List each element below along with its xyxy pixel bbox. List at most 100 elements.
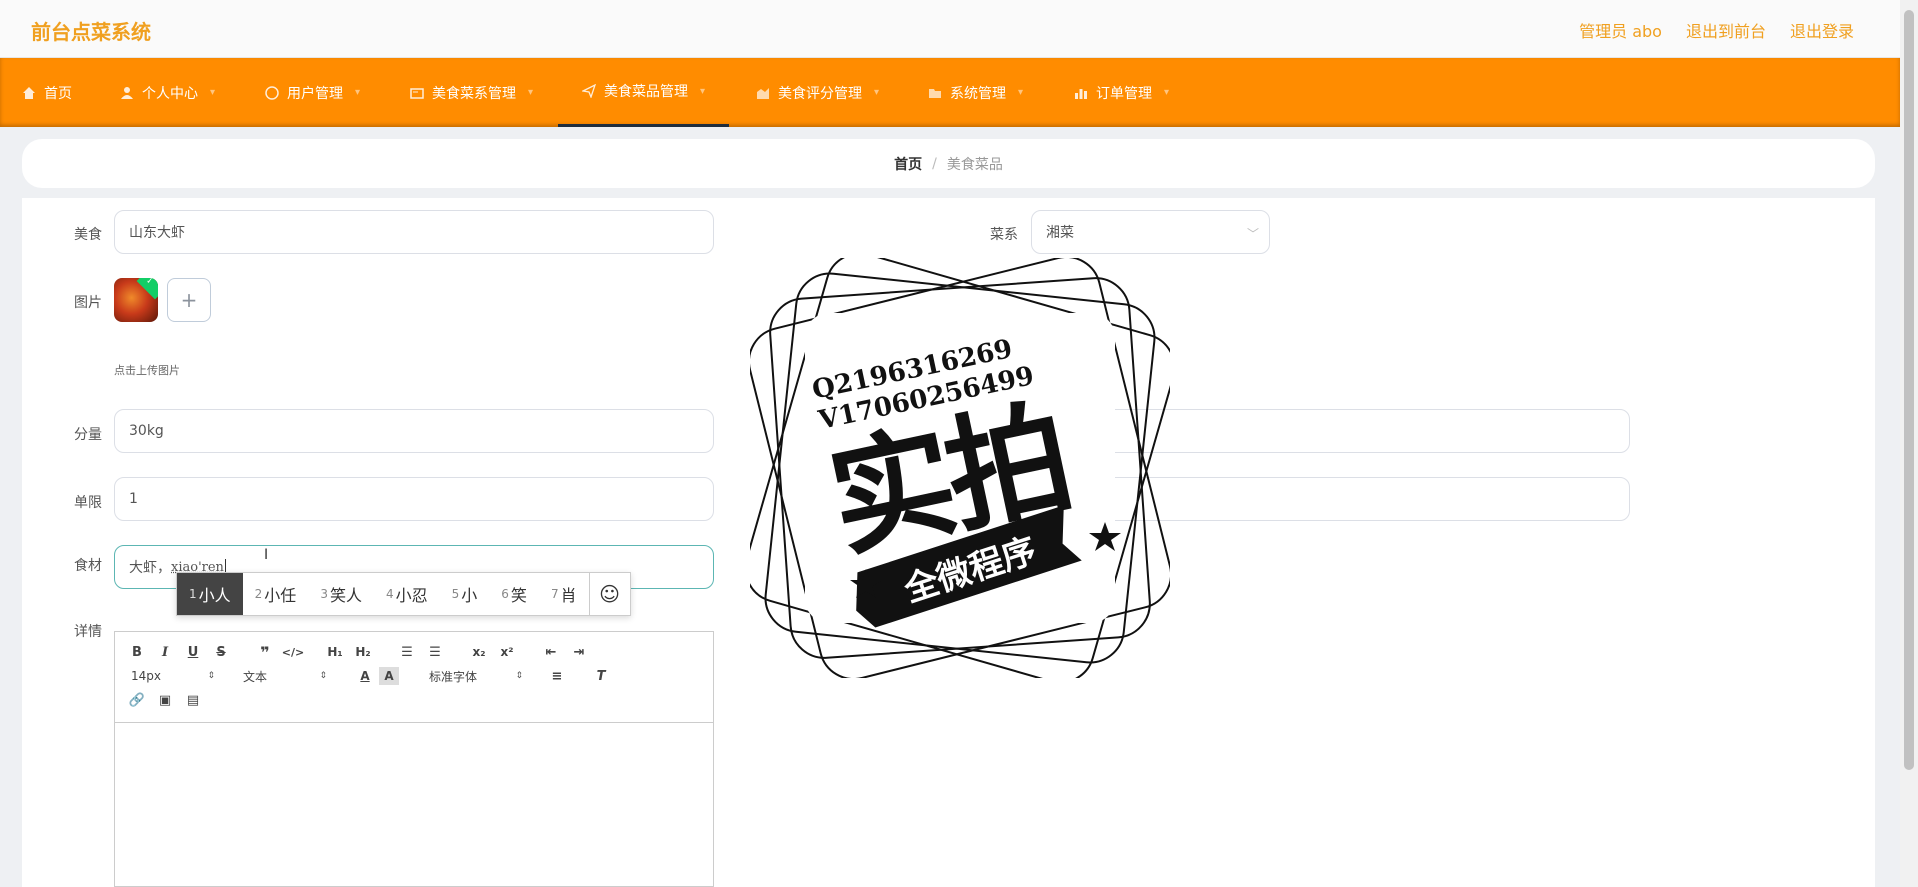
compass-icon xyxy=(265,85,279,100)
top-links: 管理员 abo 退出到前台 退出登录 xyxy=(1579,18,1854,42)
ordered-list-icon[interactable]: ☰ xyxy=(397,643,417,661)
admin-user-link[interactable]: 管理员 abo xyxy=(1579,18,1662,42)
cuisine-label: 菜系 xyxy=(990,227,1018,243)
chevron-down-icon: ▾ xyxy=(1164,87,1170,98)
nav-cuisine-manage-label: 美食菜系管理 xyxy=(432,85,516,102)
nav-home[interactable]: 首页 xyxy=(22,58,72,127)
uploaded-food-image[interactable]: ✓ xyxy=(114,278,158,322)
nav-rating-manage[interactable]: 美食评分管理 ▾ xyxy=(756,58,879,127)
updown-icon: ⇕ xyxy=(515,671,523,681)
nav-personal-center-label: 个人中心 xyxy=(142,85,198,102)
chevron-down-icon: ▾ xyxy=(210,87,216,98)
bullet-list-icon[interactable]: ☰ xyxy=(425,643,445,661)
chart-icon xyxy=(756,86,770,100)
ime-candidate-6[interactable]: 6笑 xyxy=(489,573,539,615)
nav-order-manage[interactable]: 订单管理 ▾ xyxy=(1074,58,1169,127)
updown-icon: ⇕ xyxy=(319,671,327,681)
nav-dish-manage-label: 美食菜品管理 xyxy=(604,84,688,100)
watermark-stamp: Q2196316269 V17060256499 实拍 全微程序 xyxy=(750,258,1170,678)
italic-icon[interactable]: I xyxy=(155,643,175,661)
mouse-ibeam-cursor: I xyxy=(264,547,269,563)
align-icon[interactable]: ≡ xyxy=(547,667,567,685)
breadcrumb-current: 美食菜品 xyxy=(946,156,1003,173)
font-family-picker[interactable]: 标准字体 ⇕ xyxy=(429,667,523,685)
food-input-value: 山东大虾 xyxy=(129,225,185,241)
nav-cuisine-manage[interactable]: 美食菜系管理 ▾ xyxy=(410,58,533,127)
nav-rating-manage-label: 美食评分管理 xyxy=(778,85,862,102)
block-type-picker[interactable]: 文本 ⇕ xyxy=(243,667,327,685)
ime-candidate-3[interactable]: 3 笑人 xyxy=(308,573,374,615)
cuisine-select-value: 湘菜 xyxy=(1046,225,1074,241)
page-scrollbar-thumb[interactable] xyxy=(1904,10,1914,770)
nav-user-manage-label: 用户管理 xyxy=(287,85,343,102)
chevron-down-icon: ▾ xyxy=(1018,87,1024,98)
portion-label: 分量 xyxy=(74,427,102,443)
nav-user-manage[interactable]: 用户管理 ▾ xyxy=(265,58,360,127)
brand-title: 前台点菜系统 xyxy=(31,20,151,44)
nav-order-manage-label: 订单管理 xyxy=(1096,85,1152,102)
breadcrumb-separator: / xyxy=(932,155,937,172)
editor-toolbar: B I U S ❞ </> H₁ H₂ ☰ ☰ x₂ x² ⇤ ⇥ 14px ⇕ … xyxy=(115,632,713,723)
chevron-down-icon: ▾ xyxy=(528,87,534,98)
top-bar: 前台点菜系统 管理员 abo 退出到前台 退出登录 xyxy=(0,0,1900,58)
ime-candidate-window: 1 小人 2 小任 3 笑人 4 小忍 5小 6笑 7肖 ☺ xyxy=(176,572,631,616)
card-icon xyxy=(410,86,424,100)
portion-input-value: 30kg xyxy=(129,423,164,439)
ingredients-input-value: 大虾， xyxy=(129,560,171,576)
bold-icon[interactable]: B xyxy=(127,643,147,661)
background-color-icon[interactable]: A xyxy=(379,667,399,685)
add-image-button[interactable]: + xyxy=(167,278,211,322)
upload-hint: 点击上传图片 xyxy=(114,364,180,377)
video-icon[interactable]: ▤ xyxy=(183,691,203,709)
updown-icon: ⇕ xyxy=(207,671,215,681)
chevron-down-icon: ▾ xyxy=(700,85,706,97)
back-to-front-link[interactable]: 退出到前台 xyxy=(1686,18,1766,42)
nav-personal-center[interactable]: 个人中心 ▾ xyxy=(120,58,215,127)
indent-icon[interactable]: ⇥ xyxy=(569,643,589,661)
strikethrough-icon[interactable]: S xyxy=(211,643,231,661)
font-size-picker[interactable]: 14px ⇕ xyxy=(131,667,215,685)
bar-chart-icon xyxy=(1074,86,1088,100)
rich-text-editor: B I U S ❞ </> H₁ H₂ ☰ ☰ x₂ x² ⇤ ⇥ 14px ⇕ … xyxy=(114,631,714,887)
link-icon[interactable]: 🔗 xyxy=(127,691,147,709)
ime-candidate-7[interactable]: 7肖 xyxy=(539,573,589,615)
chevron-down-icon: ﹀ xyxy=(1246,227,1259,241)
food-label: 美食 xyxy=(74,227,102,243)
user-icon xyxy=(120,86,134,100)
food-input[interactable]: 山东大虾 xyxy=(114,210,714,254)
limit-input[interactable]: 1 xyxy=(114,477,714,521)
font-color-icon[interactable]: A xyxy=(355,667,375,685)
main-nav: 首页 个人中心 ▾ 用户管理 ▾ 美食菜系管理 ▾ 美食菜品管理 ▾ 美食评分管… xyxy=(0,58,1900,127)
outdent-icon[interactable]: ⇤ xyxy=(541,643,561,661)
limit-input-value: 1 xyxy=(129,491,138,507)
ingredients-label: 食材 xyxy=(74,558,102,574)
subscript-icon[interactable]: x₂ xyxy=(469,643,489,661)
heading1-icon[interactable]: H₁ xyxy=(325,643,345,661)
image-label: 图片 xyxy=(74,295,102,311)
underline-icon[interactable]: U xyxy=(183,643,203,661)
ime-candidate-2[interactable]: 2 小任 xyxy=(243,573,309,615)
check-icon: ✓ xyxy=(146,278,154,287)
logout-link[interactable]: 退出登录 xyxy=(1790,18,1854,42)
portion-input[interactable]: 30kg xyxy=(114,409,714,453)
folder-icon xyxy=(928,86,942,100)
upload-success-badge: ✓ xyxy=(136,278,158,300)
breadcrumb-home[interactable]: 首页 xyxy=(894,154,922,174)
nav-dish-manage[interactable]: 美食菜品管理 ▾ xyxy=(558,58,730,127)
page-scrollbar-track[interactable] xyxy=(1900,0,1918,887)
ime-candidate-1[interactable]: 1 小人 xyxy=(177,573,243,615)
image-icon[interactable]: ▣ xyxy=(155,691,175,709)
plus-icon: + xyxy=(180,288,198,312)
ime-candidate-5[interactable]: 5小 xyxy=(440,573,490,615)
cuisine-select[interactable]: 湘菜 ﹀ xyxy=(1031,210,1270,254)
code-block-icon[interactable]: </> xyxy=(282,643,304,661)
ime-candidate-4[interactable]: 4 小忍 xyxy=(374,573,440,615)
heading2-icon[interactable]: H₂ xyxy=(353,643,373,661)
blockquote-icon[interactable]: ❞ xyxy=(255,643,275,662)
clear-format-icon[interactable]: T xyxy=(591,667,611,685)
ime-emoji-button[interactable]: ☺ xyxy=(588,573,630,615)
editor-body[interactable] xyxy=(115,723,713,887)
chevron-down-icon: ▾ xyxy=(355,87,361,98)
superscript-icon[interactable]: x² xyxy=(497,643,517,661)
nav-system-manage[interactable]: 系统管理 ▾ xyxy=(928,58,1023,127)
